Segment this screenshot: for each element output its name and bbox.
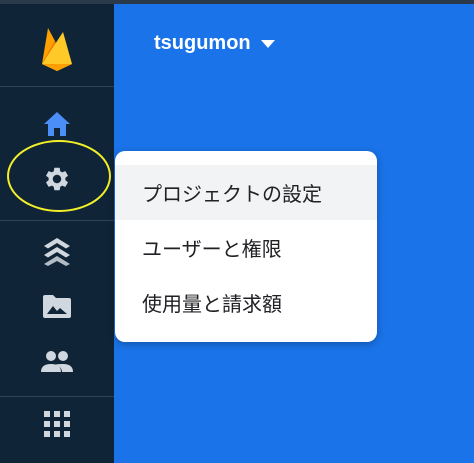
storage-icon <box>43 295 71 318</box>
sidebar-divider <box>0 220 114 221</box>
settings-menu: プロジェクトの設定 ユーザーと権限 使用量と請求額 <box>115 151 377 342</box>
firebase-logo[interactable] <box>0 18 114 78</box>
apps-grid-icon <box>44 411 70 437</box>
menu-item-label: プロジェクトの設定 <box>142 182 322 206</box>
menu-item-users-permissions[interactable]: ユーザーと権限 <box>115 220 377 275</box>
sidebar-divider <box>0 396 114 397</box>
sidebar-item-users[interactable] <box>0 342 114 382</box>
sidebar-item-build[interactable] <box>0 230 114 274</box>
sidebar-divider <box>0 86 114 87</box>
highlight-annotation <box>7 140 111 212</box>
sidebar-item-home[interactable] <box>0 104 114 144</box>
build-icon <box>44 238 70 266</box>
home-icon <box>44 112 70 136</box>
project-switcher[interactable]: tsugumon <box>154 32 275 55</box>
menu-item-project-settings[interactable]: プロジェクトの設定 <box>115 165 377 220</box>
menu-item-label: 使用量と請求額 <box>142 292 282 316</box>
sidebar-item-apps[interactable] <box>0 404 114 444</box>
sidebar <box>0 4 114 463</box>
menu-item-label: ユーザーと権限 <box>142 237 282 261</box>
menu-item-usage-billing[interactable]: 使用量と請求額 <box>115 275 377 330</box>
firebase-logo-icon <box>42 28 72 71</box>
caret-down-icon <box>260 39 275 48</box>
project-name: tsugumon <box>154 32 251 54</box>
users-icon <box>41 351 73 372</box>
sidebar-item-storage[interactable] <box>0 286 114 326</box>
